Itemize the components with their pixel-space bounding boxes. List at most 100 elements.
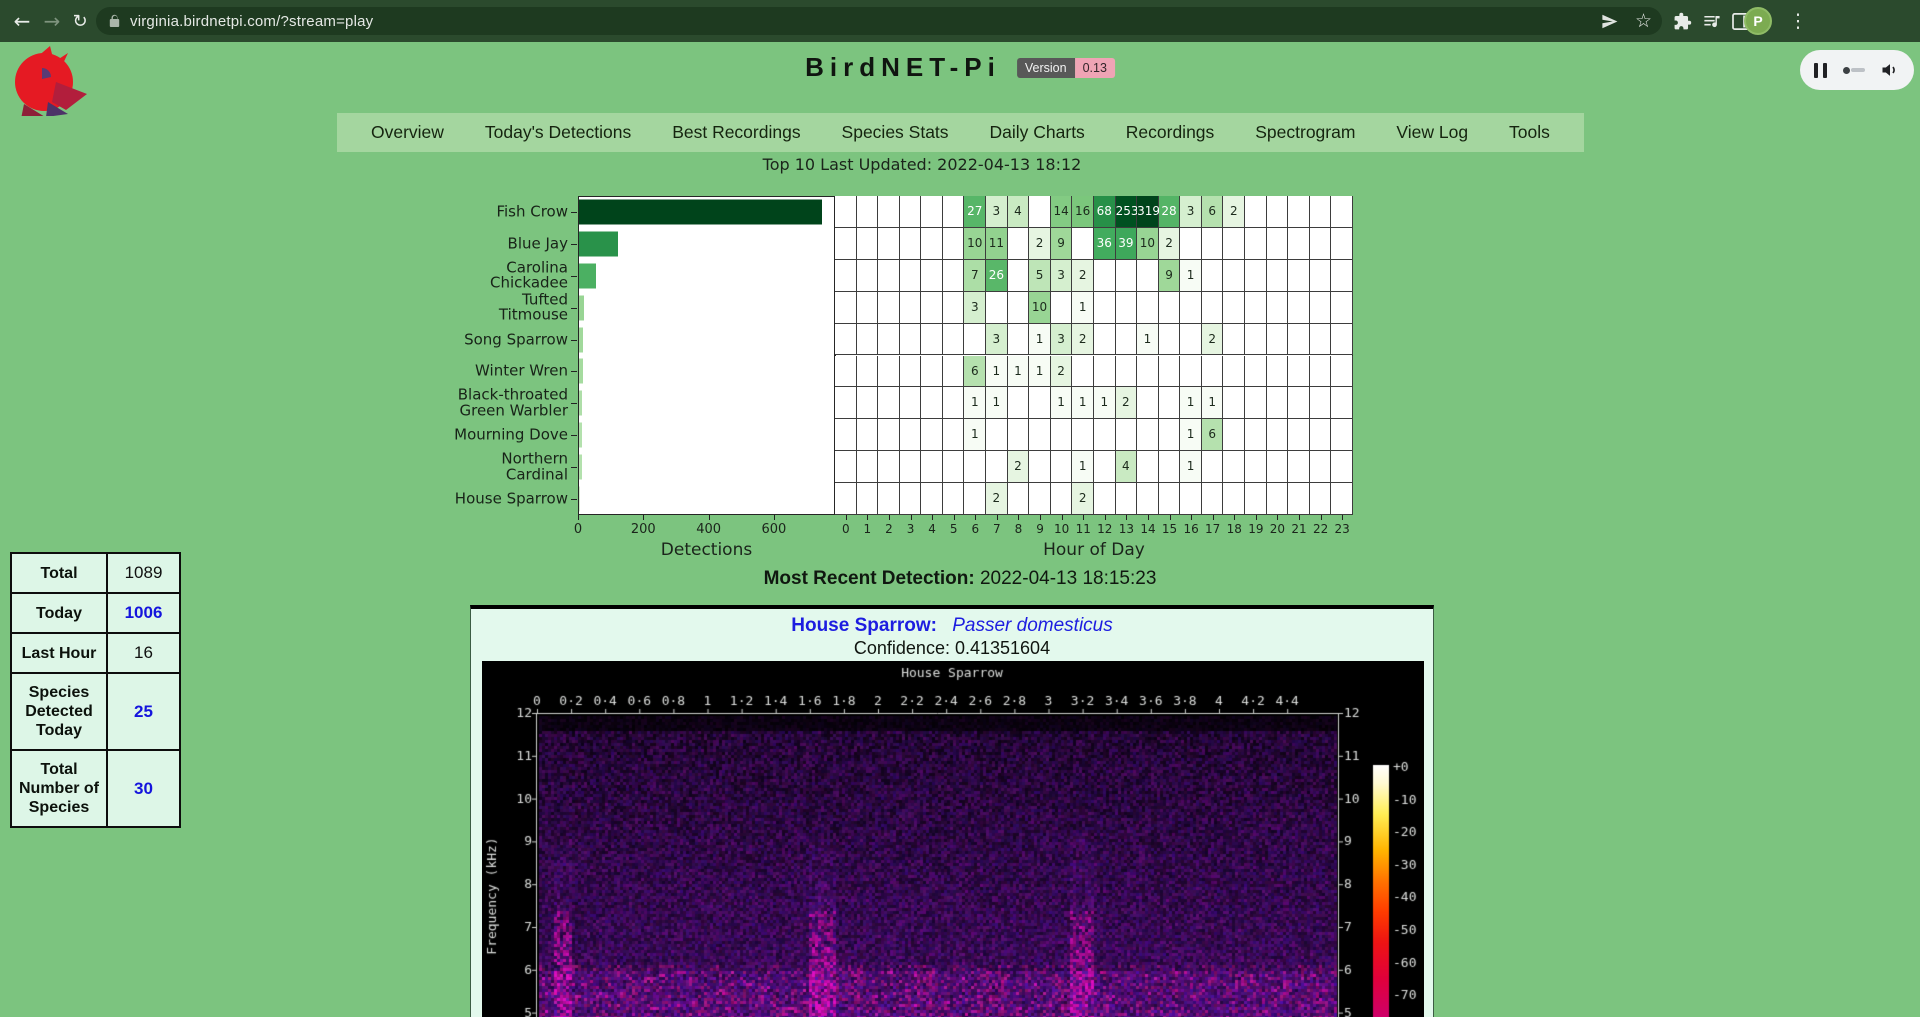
heatmap-cell <box>1267 451 1289 483</box>
axis-tick <box>1170 515 1171 520</box>
heatmap-cell <box>1331 419 1353 451</box>
heatmap-cell <box>1094 483 1116 515</box>
heatmap-cell <box>857 483 879 515</box>
heatmap-cell <box>1116 419 1138 451</box>
heatmap-cell <box>857 356 879 388</box>
heatmap-cell <box>1051 419 1073 451</box>
heatmap-cell <box>1008 228 1030 260</box>
heatmap-cell <box>1202 292 1224 324</box>
most-recent-label: Most Recent Detection: <box>764 568 975 589</box>
bookmark-star-icon[interactable]: ☆ <box>1635 10 1652 32</box>
heatmap-cell <box>1267 324 1289 356</box>
axis-tick <box>932 515 933 520</box>
axis-tick <box>1342 515 1343 520</box>
audio-player[interactable] <box>1800 50 1914 90</box>
nav-species-stats[interactable]: Species Stats <box>842 122 949 143</box>
profile-avatar[interactable]: P <box>1744 7 1772 35</box>
heatmap-cell <box>1223 451 1245 483</box>
heatmap-cell <box>1159 419 1181 451</box>
heatmap-cell <box>835 292 857 324</box>
species-label: Tufted Titmouse <box>450 292 568 323</box>
heatmap-cell <box>1029 451 1051 483</box>
nav-view-log[interactable]: View Log <box>1396 122 1468 143</box>
nav-spectrogram[interactable]: Spectrogram <box>1255 122 1355 143</box>
heatmap-cell <box>921 356 943 388</box>
heatmap-cell <box>878 451 900 483</box>
nav-tools[interactable]: Tools <box>1509 122 1550 143</box>
nav-todays-detections[interactable]: Today's Detections <box>485 122 631 143</box>
heatmap-cell <box>1331 292 1353 324</box>
heatmap-cell: 16 <box>1072 196 1094 228</box>
spectrogram-image <box>482 661 1424 1017</box>
send-icon[interactable] <box>1600 12 1619 31</box>
heatmap-cell <box>1267 356 1289 388</box>
back-icon[interactable]: ← <box>8 0 36 42</box>
reload-icon[interactable]: ↻ <box>66 0 94 42</box>
nav-recordings[interactable]: Recordings <box>1126 122 1215 143</box>
heatmap-cell: 5 <box>1029 260 1051 292</box>
heatmap-cell <box>1202 260 1224 292</box>
detection-species[interactable]: House Sparrow: <box>791 615 937 636</box>
heatmap-cell <box>1310 419 1332 451</box>
heatmap-cell <box>943 419 965 451</box>
browser-menu-icon[interactable]: ⋮ <box>1786 0 1810 42</box>
most-recent-heading: Most Recent Detection: 2022-04-13 18:15:… <box>0 568 1920 590</box>
heatmap-cell <box>921 324 943 356</box>
heatmap-cell <box>1137 356 1159 388</box>
nav-overview[interactable]: Overview <box>371 122 444 143</box>
heatmap-cell <box>1094 260 1116 292</box>
heatmap-cell <box>1288 419 1310 451</box>
stats-label-4: Total Number of Species <box>11 750 107 827</box>
screen: ← → ↻ virginia.birdnetpi.com/?stream=pla… <box>0 0 1920 1017</box>
heatmap-cell: 1 <box>1008 356 1030 388</box>
heatmap-cell: 1 <box>1029 356 1051 388</box>
axis-tick <box>1040 515 1041 520</box>
heatmap-cell: 10 <box>1029 292 1051 324</box>
heatmap-cell <box>1331 356 1353 388</box>
axis-tick <box>571 403 577 404</box>
axis-tick <box>1277 515 1278 520</box>
table-row: Total Number of Species 30 <box>11 750 180 827</box>
heatmap-cell <box>900 451 922 483</box>
volume-icon[interactable] <box>1880 60 1900 80</box>
nav-best-recordings[interactable]: Best Recordings <box>672 122 800 143</box>
heatmap-cell: 6 <box>964 356 986 388</box>
nav-daily-charts[interactable]: Daily Charts <box>990 122 1085 143</box>
heatmap-cell: 4 <box>1116 451 1138 483</box>
heatmap-cell <box>900 196 922 228</box>
heatmap-cell: 6 <box>1202 196 1224 228</box>
axis-tick <box>1148 515 1149 520</box>
audio-scrubber[interactable] <box>1843 67 1865 74</box>
heatmap-cell <box>900 228 922 260</box>
heatmap-cell <box>878 292 900 324</box>
heatmap-cell <box>1094 324 1116 356</box>
url-bar[interactable]: virginia.birdnetpi.com/?stream=play ☆ <box>96 7 1662 35</box>
heatmap-cell: 9 <box>1159 260 1181 292</box>
heatmap-cell <box>857 292 879 324</box>
heatmap-cell <box>1288 228 1310 260</box>
confidence-value: 0.41351604 <box>955 638 1050 658</box>
heatmap-cell <box>1159 451 1181 483</box>
stats-value-1[interactable]: 1006 <box>107 593 180 633</box>
browser-toolbar: ← → ↻ virginia.birdnetpi.com/?stream=pla… <box>0 0 1920 42</box>
pause-icon[interactable] <box>1814 63 1827 78</box>
extensions-icon[interactable] <box>1668 0 1696 42</box>
forward-icon[interactable]: → <box>38 0 66 42</box>
stats-value-4[interactable]: 30 <box>107 750 180 827</box>
axis-tick <box>643 515 644 520</box>
heatmap-cell <box>1267 483 1289 515</box>
heatmap-cell: 1 <box>1180 419 1202 451</box>
stats-value-3[interactable]: 25 <box>107 673 180 750</box>
stats-label-1: Today <box>11 593 107 633</box>
heatmap-cell <box>878 387 900 419</box>
url-text[interactable]: virginia.birdnetpi.com/?stream=play <box>130 13 373 30</box>
axis-tick <box>571 371 577 372</box>
media-queue-icon[interactable] <box>1696 0 1726 42</box>
heatmap-cell <box>1008 387 1030 419</box>
heatmap-cell <box>1180 356 1202 388</box>
heatmap-cell <box>857 324 879 356</box>
heatmap-cell <box>1245 419 1267 451</box>
heatmap-cell <box>900 292 922 324</box>
heatmap-cell <box>857 228 879 260</box>
hour-tick-label: 13 <box>1116 522 1136 536</box>
